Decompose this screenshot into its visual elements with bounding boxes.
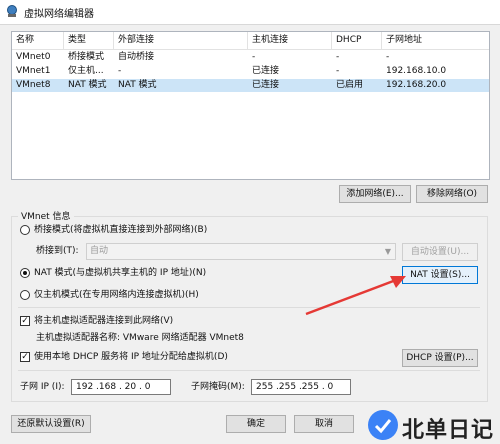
connect-adapter-checkbox[interactable]: ✓ xyxy=(20,316,30,326)
table-row[interactable]: VMnet0 桥接模式 自动桥接 - - - xyxy=(12,51,489,64)
watermark-logo-icon xyxy=(368,410,398,440)
cell-host: 已连接 xyxy=(252,80,280,90)
cell-name: VMnet1 xyxy=(16,66,51,76)
add-network-button[interactable]: 添加网络(E)... xyxy=(339,185,411,203)
subnet-ip-label: 子网 IP (I): xyxy=(20,382,65,392)
radio-selected-dot xyxy=(23,271,27,275)
cell-external: - xyxy=(118,66,122,76)
cell-external: NAT 模式 xyxy=(118,80,157,90)
bridged-mode-radio[interactable] xyxy=(20,225,30,235)
column-header-host[interactable]: 主机连接 xyxy=(248,32,332,49)
cell-host: - xyxy=(252,52,256,62)
annotation-arrow-icon xyxy=(305,276,406,316)
column-header-external[interactable]: 外部连接 xyxy=(114,32,248,49)
window-title: 虚拟网络编辑器 xyxy=(24,9,94,20)
list-header: 名称 类型 外部连接 主机连接 DHCP 子网地址 xyxy=(12,32,489,50)
connect-adapter-label[interactable]: 将主机虚拟适配器连接到此网络(V) xyxy=(34,315,173,327)
nat-mode-label[interactable]: NAT 模式(与虚拟机共享主机的 IP 地址)(N) xyxy=(34,267,206,279)
cell-type: 桥接模式 xyxy=(68,52,105,62)
auto-settings-button[interactable]: 自动设置(U)... xyxy=(402,243,478,261)
column-header-type[interactable]: 类型 xyxy=(64,32,114,49)
column-header-name[interactable]: 名称 xyxy=(12,32,64,49)
network-list[interactable]: 名称 类型 外部连接 主机连接 DHCP 子网地址 VMnet0 桥接模式 自动… xyxy=(11,31,490,180)
nat-mode-radio[interactable] xyxy=(20,268,30,278)
dhcp-settings-button[interactable]: DHCP 设置(P)... xyxy=(402,349,478,367)
cell-host: 已连接 xyxy=(252,66,280,76)
subnet-mask-input[interactable]: 255 .255 .255 . 0 xyxy=(251,379,351,395)
cell-dhcp: 已启用 xyxy=(336,80,364,90)
adapter-name-label: 主机虚拟适配器名称: VMware 网络适配器 VMnet8 xyxy=(36,333,244,343)
subnet-ip-input[interactable]: 192 .168 . 20 . 0 xyxy=(71,379,171,395)
cell-dhcp: - xyxy=(336,52,340,62)
chevron-down-icon: ▼ xyxy=(384,247,391,256)
bridged-to-select[interactable]: 自动 ▼ xyxy=(86,243,396,260)
restore-defaults-button[interactable]: 还原默认设置(R) xyxy=(11,415,91,433)
hostonly-mode-label[interactable]: 仅主机模式(在专用网络内连接虚拟机)(H) xyxy=(34,289,199,301)
watermark: 北单日记 xyxy=(368,410,500,444)
cell-name: VMnet8 xyxy=(16,80,51,90)
subnet-mask-label: 子网掩码(M): xyxy=(191,382,245,392)
dhcp-checkbox[interactable]: ✓ xyxy=(20,352,30,362)
network-editor-icon xyxy=(7,5,17,17)
cell-subnet: - xyxy=(386,52,390,62)
cell-name: VMnet0 xyxy=(16,52,51,62)
cell-type: 仅主机... xyxy=(68,66,104,76)
column-header-subnet[interactable]: 子网地址 xyxy=(382,32,489,49)
bridged-mode-label[interactable]: 桥接模式(将虚拟机直接连接到外部网络)(B) xyxy=(34,224,207,236)
bridged-to-value: 自动 xyxy=(90,246,109,256)
hostonly-mode-radio[interactable] xyxy=(20,290,30,300)
cell-subnet: 192.168.20.0 xyxy=(386,80,447,90)
divider xyxy=(18,370,480,371)
cancel-button[interactable]: 取消 xyxy=(294,415,354,433)
column-header-dhcp[interactable]: DHCP xyxy=(332,32,382,49)
cell-type: NAT 模式 xyxy=(68,80,107,90)
table-row[interactable]: VMnet1 仅主机... - 已连接 - 192.168.10.0 xyxy=(12,65,489,78)
title-bar: 虚拟网络编辑器 xyxy=(0,0,500,25)
cell-subnet: 192.168.10.0 xyxy=(386,66,447,76)
cell-external: 自动桥接 xyxy=(118,52,155,62)
cell-dhcp: - xyxy=(336,66,340,76)
dhcp-label[interactable]: 使用本地 DHCP 服务将 IP 地址分配给虚拟机(D) xyxy=(34,351,228,363)
ok-button[interactable]: 确定 xyxy=(226,415,286,433)
vmnet-info-title: VMnet 信息 xyxy=(18,209,74,222)
watermark-text: 北单日记 xyxy=(402,418,495,443)
remove-network-button[interactable]: 移除网络(O) xyxy=(416,185,488,203)
table-row-selected[interactable]: VMnet8 NAT 模式 NAT 模式 已连接 已启用 192.168.20.… xyxy=(12,79,489,92)
bridged-to-label: 桥接到(T): xyxy=(36,246,79,256)
